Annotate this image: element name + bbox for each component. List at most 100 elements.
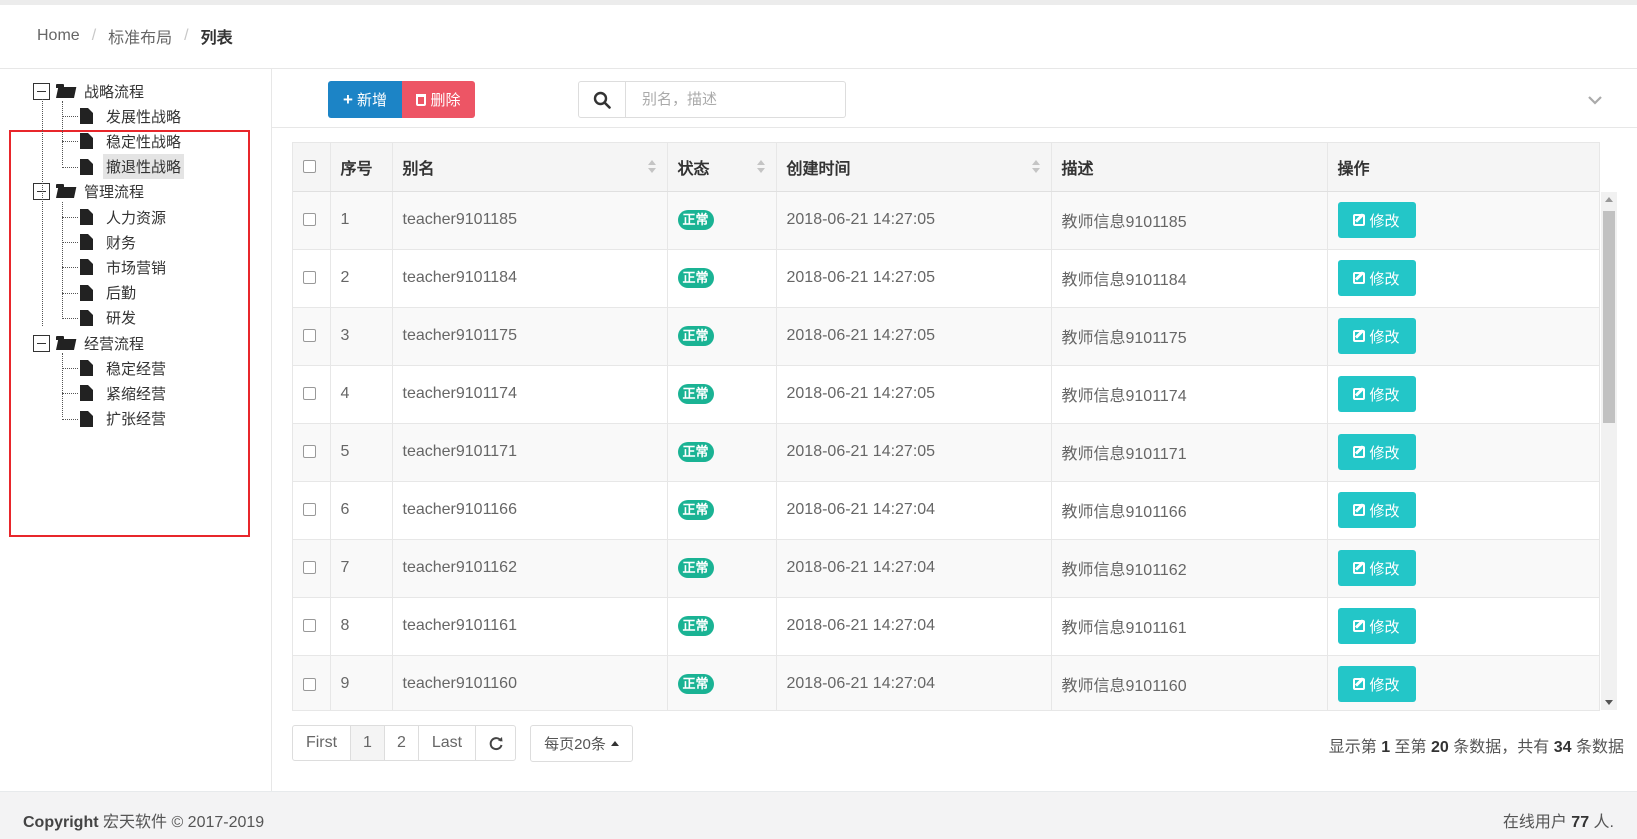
row-select-cell[interactable] xyxy=(293,654,331,710)
page-2-button[interactable]: 2 xyxy=(385,726,419,760)
tree-item-label[interactable]: 财务 xyxy=(103,230,139,255)
tree-item[interactable]: 后勤 xyxy=(80,281,139,305)
tree-item[interactable]: 稳定经营 xyxy=(80,356,169,380)
tree-item[interactable]: 人力资源 xyxy=(80,205,169,229)
tree-collapse-toggle-icon[interactable] xyxy=(33,82,50,100)
add-button[interactable]: + 新增 xyxy=(328,81,402,118)
tree-item[interactable]: 紧缩经营 xyxy=(80,381,169,405)
edit-button[interactable]: 修改 xyxy=(1337,608,1416,644)
row-select-cell[interactable] xyxy=(293,364,331,423)
toolbar-divider xyxy=(272,127,1637,128)
column-header-created[interactable]: 创建时间 xyxy=(776,143,1052,192)
row-checkbox[interactable] xyxy=(303,561,316,575)
page-last-button[interactable]: Last xyxy=(419,726,476,760)
table-row[interactable]: 4 teacher9101174 正常 2018-06-21 14:27:05 教师信息… xyxy=(293,364,1599,423)
edit-button[interactable]: 修改 xyxy=(1337,434,1416,470)
row-select-cell[interactable] xyxy=(293,596,331,655)
cell-action: 修改 xyxy=(1327,654,1599,710)
table-row[interactable]: 1 teacher9101185 正常 2018-06-21 14:27:05 教师信息… xyxy=(293,190,1599,249)
tree-item-label[interactable]: 研发 xyxy=(103,305,139,330)
tree-collapse-toggle-icon[interactable] xyxy=(33,334,50,352)
row-checkbox[interactable] xyxy=(303,271,316,285)
cell-status: 正常 xyxy=(667,654,777,710)
delete-button[interactable]: 删除 xyxy=(402,81,475,118)
tree-item[interactable]: 市场营销 xyxy=(80,255,169,279)
tree-item-label[interactable]: 人力资源 xyxy=(103,205,169,230)
row-select-cell[interactable] xyxy=(293,248,331,307)
scroll-thumb[interactable] xyxy=(1603,211,1615,423)
tree-item-label[interactable]: 发展性战略 xyxy=(103,104,184,129)
table-row[interactable]: 5 teacher9101171 正常 2018-06-21 14:27:05 教师信息… xyxy=(293,422,1599,481)
tree-item[interactable]: 撤退性战略 xyxy=(80,154,185,180)
tree-item[interactable]: 研发 xyxy=(80,306,139,330)
search-input[interactable] xyxy=(626,81,846,118)
row-checkbox[interactable] xyxy=(303,329,316,343)
tree-item[interactable]: 财务 xyxy=(80,230,139,254)
row-select-cell[interactable] xyxy=(293,190,331,249)
search-button[interactable] xyxy=(578,81,626,118)
cell-index: 5 xyxy=(330,422,393,481)
cell-index: 7 xyxy=(330,538,393,597)
row-select-cell[interactable] xyxy=(293,306,331,365)
edit-button[interactable]: 修改 xyxy=(1337,492,1416,528)
search-icon xyxy=(593,91,611,109)
select-all-checkbox[interactable] xyxy=(303,160,316,174)
table-row[interactable]: 3 teacher9101175 正常 2018-06-21 14:27:05 教师信息… xyxy=(293,306,1599,365)
table-row[interactable]: 9 teacher9101160 正常 2018-06-21 14:27:04 教师信息… xyxy=(293,654,1599,710)
scroll-up-arrow-icon[interactable] xyxy=(1605,197,1613,202)
tree-group-2[interactable]: 经营流程 xyxy=(33,331,147,355)
tree-item-label[interactable]: 撤退性战略 xyxy=(103,154,185,180)
refresh-button[interactable] xyxy=(476,726,515,760)
select-all-header[interactable] xyxy=(293,143,331,192)
column-header-alias[interactable]: 别名 xyxy=(392,143,668,192)
tree-item-label[interactable]: 稳定性战略 xyxy=(103,129,184,154)
tree-group-label[interactable]: 经营流程 xyxy=(81,331,147,356)
row-checkbox[interactable] xyxy=(303,619,316,633)
tree-group-0[interactable]: 战略流程 xyxy=(33,79,147,103)
sort-icon[interactable] xyxy=(1031,160,1041,174)
edit-button[interactable]: 修改 xyxy=(1337,202,1416,238)
tree-item[interactable]: 稳定性战略 xyxy=(80,129,184,153)
tree-item-label[interactable]: 后勤 xyxy=(103,280,139,305)
sort-icon[interactable] xyxy=(647,160,657,174)
tree-item-label[interactable]: 市场营销 xyxy=(103,255,169,280)
page-1-button[interactable]: 1 xyxy=(351,726,385,760)
row-select-cell[interactable] xyxy=(293,422,331,481)
edit-button[interactable]: 修改 xyxy=(1337,260,1416,296)
tree-group-label[interactable]: 管理流程 xyxy=(81,179,147,204)
tree-group-1[interactable]: 管理流程 xyxy=(33,180,147,204)
table-row[interactable]: 8 teacher9101161 正常 2018-06-21 14:27:04 教师信息… xyxy=(293,596,1599,655)
tree-group-label[interactable]: 战略流程 xyxy=(81,79,147,104)
page-size-dropdown[interactable]: 每页20条 xyxy=(530,725,633,762)
page-info-mid1: 至第 xyxy=(1394,739,1427,756)
table-row[interactable]: 2 teacher9101184 正常 2018-06-21 14:27:05 教师信息… xyxy=(293,248,1599,307)
row-checkbox[interactable] xyxy=(303,677,316,691)
column-header-status[interactable]: 状态 xyxy=(667,143,777,192)
edit-button[interactable]: 修改 xyxy=(1337,318,1416,354)
row-select-cell[interactable] xyxy=(293,538,331,597)
row-checkbox[interactable] xyxy=(303,387,316,401)
sort-icon[interactable] xyxy=(756,160,766,174)
tree-item[interactable]: 发展性战略 xyxy=(80,104,184,128)
row-checkbox[interactable] xyxy=(303,213,316,227)
row-select-cell[interactable] xyxy=(293,480,331,539)
edit-button[interactable]: 修改 xyxy=(1337,376,1416,412)
column-header-index: 序号 xyxy=(330,143,393,192)
table-row[interactable]: 7 teacher9101162 正常 2018-06-21 14:27:04 教师信息… xyxy=(293,538,1599,597)
cell-index: 3 xyxy=(330,306,393,365)
tree-item-label[interactable]: 紧缩经营 xyxy=(103,381,169,406)
tree-item[interactable]: 扩张经营 xyxy=(80,407,169,431)
scroll-down-arrow-icon[interactable] xyxy=(1605,700,1613,705)
page-first-button[interactable]: First xyxy=(293,726,351,760)
row-checkbox[interactable] xyxy=(303,503,316,517)
edit-button[interactable]: 修改 xyxy=(1337,550,1416,586)
row-checkbox[interactable] xyxy=(303,445,316,459)
table-row[interactable]: 6 teacher9101166 正常 2018-06-21 14:27:04 教师信息… xyxy=(293,480,1599,539)
tree-item-label[interactable]: 稳定经营 xyxy=(103,356,169,381)
tree-item-label[interactable]: 扩张经营 xyxy=(103,406,169,431)
online-prefix: 在线用户 xyxy=(1502,814,1567,831)
status-badge: 正常 xyxy=(677,442,714,462)
collapse-toggle[interactable] xyxy=(1584,89,1606,111)
table-scrollbar[interactable] xyxy=(1601,192,1617,710)
edit-button[interactable]: 修改 xyxy=(1337,666,1416,703)
